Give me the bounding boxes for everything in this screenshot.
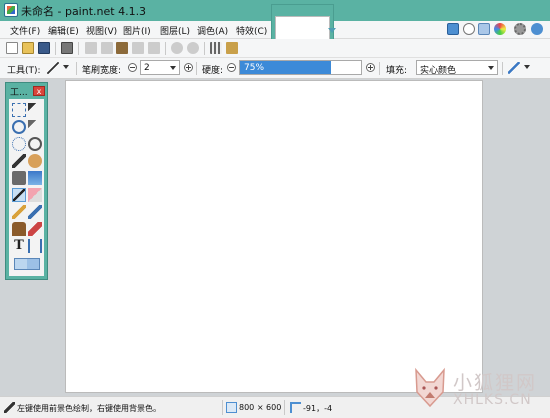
watermark-text-cn: 小狐狸网 (453, 372, 538, 394)
toolbar-divider (76, 62, 77, 75)
paste-icon[interactable] (116, 42, 128, 54)
line-curve-icon[interactable] (28, 239, 42, 253)
cut-icon[interactable] (85, 42, 97, 54)
watermark-text-en: XHLKS.CN (453, 392, 532, 408)
color-picker-icon[interactable] (28, 205, 42, 219)
recolor-icon[interactable] (28, 222, 42, 236)
clone-stamp-icon[interactable] (12, 222, 26, 236)
image-list-chevron-icon[interactable] (328, 28, 336, 33)
redo-icon[interactable] (187, 42, 199, 54)
antialiasing-dropdown[interactable] (521, 60, 533, 75)
toolbar-divider (204, 42, 205, 55)
toolbar-divider (55, 42, 56, 55)
chevron-down-icon (524, 65, 530, 69)
print-icon[interactable] (61, 42, 73, 54)
paintbrush-tool-icon[interactable] (12, 188, 26, 202)
grid-icon[interactable] (210, 42, 222, 54)
save-icon[interactable] (38, 42, 50, 54)
menu-image[interactable]: 图片(I) (123, 24, 151, 37)
paintbrush-status-icon (4, 402, 15, 413)
tools-window-icon[interactable] (447, 23, 459, 35)
image-size: 800 × 600 (239, 403, 282, 412)
gradient-icon[interactable] (28, 171, 42, 185)
menu-view[interactable]: 视图(V) (86, 24, 117, 37)
toolbar-divider (196, 62, 197, 75)
brush-width-increase-button[interactable] (184, 63, 193, 72)
hardness-label: 硬度: (202, 66, 224, 76)
fill-mode-select[interactable]: 实心颜色 (416, 60, 498, 76)
brush-width-select[interactable]: 2 (140, 60, 180, 75)
brush-width-label: 笔刷宽度: (82, 66, 122, 76)
colors-window-icon[interactable] (494, 23, 506, 35)
shapes-icon[interactable] (14, 258, 40, 270)
menu-effects[interactable]: 特效(C) (236, 24, 267, 37)
tool-label: 工具(T): (7, 66, 41, 76)
close-icon[interactable]: x (33, 86, 45, 96)
tool-options-bar: 工具(T): 笔刷宽度: 2 硬度: 75% 填充: 实心颜色 (0, 58, 550, 79)
hardness-value: 75% (244, 63, 265, 73)
status-hint: 左键使用前景色绘制，右键使用背景色。 (17, 404, 161, 413)
tools-window-title: 工... (10, 88, 28, 98)
undo-icon[interactable] (171, 42, 183, 54)
tool-dropdown[interactable] (60, 60, 72, 75)
paintbrush-icon[interactable] (47, 62, 59, 74)
crop-icon[interactable] (132, 42, 144, 54)
paint-bucket-icon[interactable] (12, 171, 26, 185)
text-tool-icon[interactable]: T (12, 239, 26, 253)
layers-window-icon[interactable] (478, 23, 490, 35)
antialiasing-icon[interactable] (508, 62, 520, 74)
paintnet-app-icon[interactable] (4, 3, 18, 17)
hardness-decrease-button[interactable] (227, 63, 236, 72)
tools-palette: T (9, 99, 44, 276)
drawing-canvas[interactable] (65, 80, 483, 393)
fill-mode-value: 实心颜色 (420, 66, 457, 76)
fox-watermark-logo (415, 367, 445, 408)
copy-icon[interactable] (101, 42, 113, 54)
menu-edit[interactable]: 编辑(E) (48, 24, 79, 37)
hardness-increase-button[interactable] (366, 63, 375, 72)
open-folder-icon[interactable] (22, 42, 34, 54)
move-selection-icon[interactable] (28, 120, 42, 134)
window-title: 未命名 - paint.net 4.1.3 (21, 5, 147, 18)
cursor-position: -91，-4 (303, 404, 333, 413)
pencil-icon[interactable] (12, 205, 26, 219)
ellipse-select-icon[interactable] (12, 137, 26, 151)
main-toolbar (0, 39, 550, 58)
fill-label: 填充: (386, 66, 408, 76)
pan-hand-icon[interactable] (28, 154, 42, 168)
chevron-down-icon (170, 66, 176, 70)
settings-gear-icon[interactable] (514, 23, 526, 35)
status-divider (284, 400, 285, 415)
history-window-icon[interactable] (463, 23, 475, 35)
brush-width-decrease-button[interactable] (128, 63, 137, 72)
deselect-icon[interactable] (148, 42, 160, 54)
toolbar-divider (78, 42, 79, 55)
tools-window[interactable]: 工... x T (5, 82, 48, 280)
eraser-icon[interactable] (28, 188, 42, 202)
help-icon[interactable] (531, 23, 543, 35)
chevron-down-icon (63, 65, 69, 69)
cursor-position-icon (290, 402, 301, 413)
zoom-icon[interactable] (28, 137, 42, 151)
new-file-icon[interactable] (6, 42, 18, 54)
rectangle-select-icon[interactable] (12, 103, 26, 117)
ruler-icon[interactable] (226, 42, 238, 54)
lasso-select-icon[interactable] (12, 120, 26, 134)
magic-wand-icon[interactable] (12, 154, 26, 168)
hardness-slider[interactable]: 75% (239, 60, 362, 75)
chevron-down-icon (488, 66, 494, 70)
status-divider (222, 400, 223, 415)
toolbar-divider (165, 42, 166, 55)
image-size-icon (226, 402, 237, 413)
toolbar-divider (379, 62, 380, 75)
menu-file[interactable]: 文件(F) (10, 24, 40, 37)
toolbar-divider (502, 62, 503, 75)
menu-adjustments[interactable]: 调色(A) (197, 24, 228, 37)
move-selected-icon[interactable] (28, 103, 42, 117)
brush-width-value: 2 (144, 63, 150, 73)
menu-layers[interactable]: 图层(L) (160, 24, 190, 37)
